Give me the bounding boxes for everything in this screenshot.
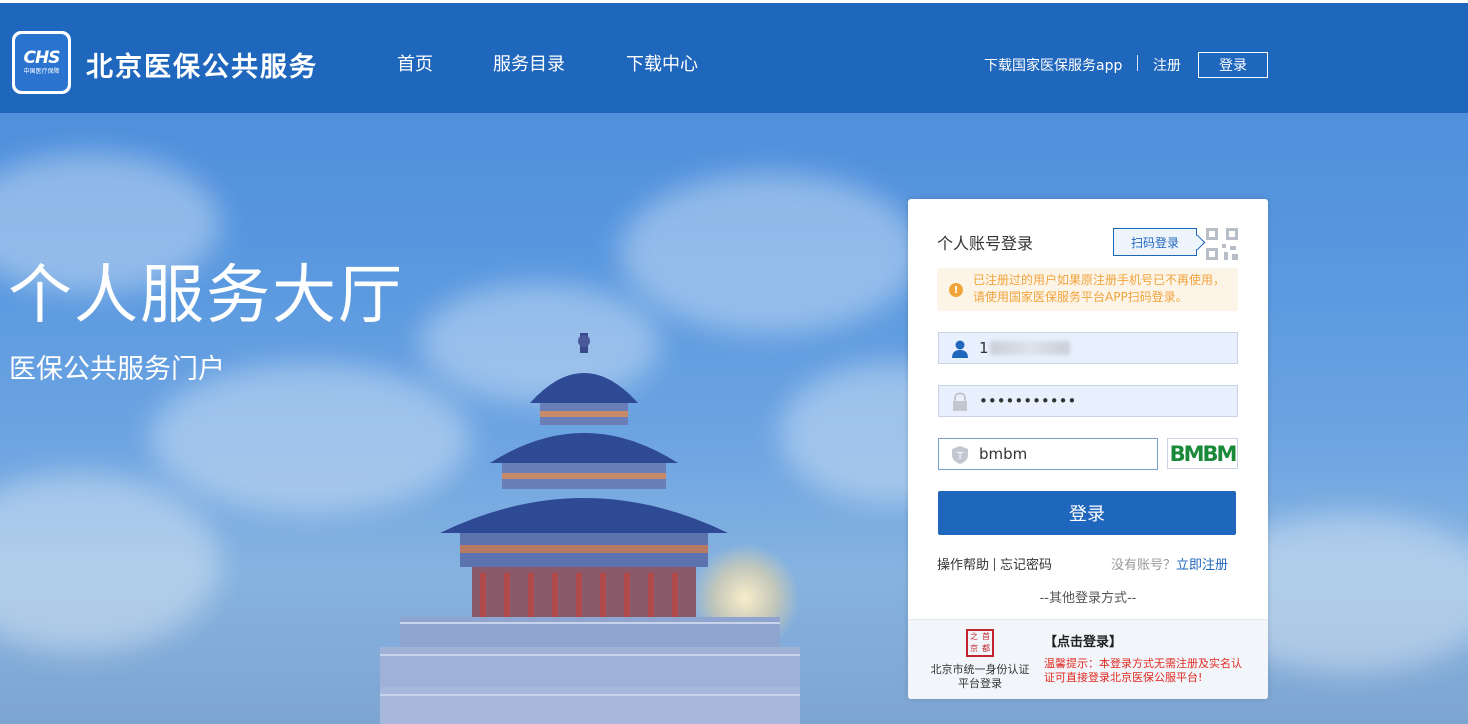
password-field[interactable] xyxy=(938,385,1238,417)
no-account-text: 没有账号？ xyxy=(1111,558,1177,573)
login-panel: 个人账号登录 扫码登录 ! 已注册过的用户如果原注册手机号已不再使用，请使用国家… xyxy=(908,199,1268,699)
click-login-link[interactable]: 【点击登录】 xyxy=(1044,631,1122,650)
help-links: 操作帮助 忘记密码 xyxy=(937,554,1052,573)
login-submit-button[interactable]: 登录 xyxy=(938,491,1236,535)
header-divider xyxy=(1137,55,1138,71)
qr-code-icon[interactable] xyxy=(1204,226,1240,262)
captcha-image-text: BMBM xyxy=(1169,441,1238,466)
hero-title: 个人服务大厅 xyxy=(8,259,404,333)
help-link[interactable]: 操作帮助 xyxy=(937,558,989,573)
site-title[interactable]: 北京医保公共服务 xyxy=(86,45,318,84)
notice-text: 已注册过的用户如果原注册手机号已不再使用，请使用国家医保服务平台APP扫码登录。 xyxy=(973,273,1226,304)
chs-logo[interactable]: CHS 中国医疗保障 xyxy=(12,31,71,94)
qr-login-tooltip[interactable]: 扫码登录 xyxy=(1113,228,1197,256)
beijing-seal-logo[interactable]: 之 首 京 都 xyxy=(966,629,994,657)
temple-of-heaven-image xyxy=(380,333,800,724)
nav-service-catalog[interactable]: 服务目录 xyxy=(493,50,565,76)
header-register-link[interactable]: 注册 xyxy=(1153,55,1181,75)
logo-text: CHS xyxy=(23,48,61,68)
unified-login-strip: 之 首 京 都 北京市统一身份认证平台登录 【点击登录】 温馨提示：本登录方式无… xyxy=(908,619,1268,699)
hero-subtitle: 医保公共服务门户 xyxy=(9,354,225,385)
forgot-password-link[interactable]: 忘记密码 xyxy=(1000,558,1052,573)
username-field[interactable] xyxy=(938,332,1238,364)
logo-subtext: 中国医疗保障 xyxy=(23,68,60,75)
notice-banner: ! 已注册过的用户如果原注册手机号已不再使用，请使用国家医保服务平台APP扫码登… xyxy=(937,268,1238,311)
nav-download-center[interactable]: 下载中心 xyxy=(626,50,698,76)
svg-text:T: T xyxy=(956,451,964,462)
warm-tip-text: 温馨提示：本登录方式无需注册及实名认证可直接登录北京医保公服平台! xyxy=(1044,657,1242,684)
login-panel-title: 个人账号登录 xyxy=(937,234,1034,253)
shield-icon: T xyxy=(952,446,968,464)
top-header: CHS 中国医疗保障 北京医保公共服务 首页 服务目录 下载中心 下载国家医保服… xyxy=(0,0,1468,113)
user-icon xyxy=(952,340,968,358)
register-now-link[interactable]: 立即注册 xyxy=(1176,558,1228,573)
nav-home[interactable]: 首页 xyxy=(397,50,433,76)
redacted-mask xyxy=(990,341,1070,355)
password-input[interactable] xyxy=(979,386,1229,416)
captcha-image[interactable]: BMBM xyxy=(1167,438,1238,469)
captcha-field[interactable]: T xyxy=(938,438,1229,470)
download-app-link[interactable]: 下载国家医保服务app xyxy=(984,55,1122,75)
no-account-prompt: 没有账号？立即注册 xyxy=(1111,554,1228,573)
unified-login-caption[interactable]: 北京市统一身份认证平台登录 xyxy=(928,663,1032,691)
lock-icon xyxy=(953,392,967,411)
warning-icon: ! xyxy=(949,283,963,297)
other-login-methods-label: --其他登录方式-- xyxy=(1039,591,1137,606)
header-login-button[interactable]: 登录 xyxy=(1198,52,1268,78)
